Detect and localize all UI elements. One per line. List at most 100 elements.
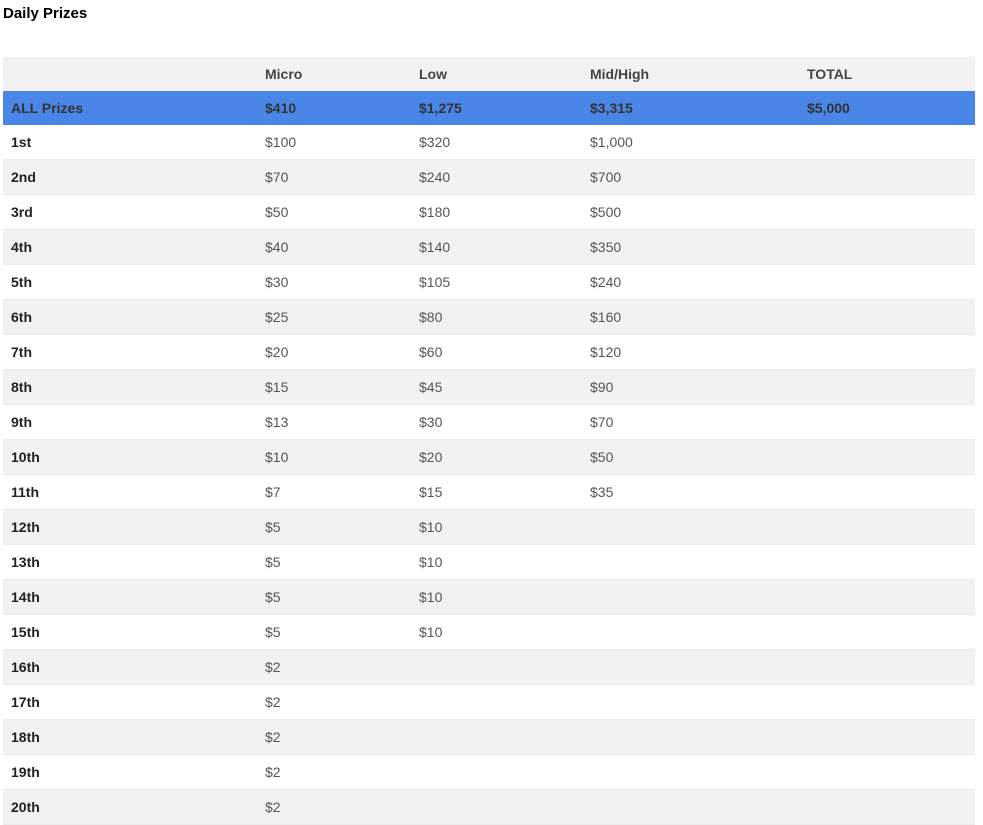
prize-low [411, 684, 582, 720]
page-title: Daily Prizes [3, 5, 88, 22]
prize-mid-high: $90 [582, 369, 799, 405]
table-row: 2nd $70 $240 $700 [3, 159, 975, 195]
prize-micro: $2 [257, 684, 411, 720]
prize-low [411, 754, 582, 790]
place-label: 5th [3, 264, 257, 300]
prize-micro: $5 [257, 579, 411, 615]
table-row: 16th $2 [3, 649, 975, 685]
prize-low [411, 789, 582, 825]
prize-low: $105 [411, 264, 582, 300]
prize-micro: $2 [257, 754, 411, 790]
prize-micro: $70 [257, 159, 411, 195]
prize-total [799, 684, 975, 720]
prize-mid-high: $160 [582, 299, 799, 335]
prize-micro: $5 [257, 544, 411, 580]
prize-micro: $15 [257, 369, 411, 405]
prize-total [799, 579, 975, 615]
prize-micro: $50 [257, 194, 411, 230]
prize-low: $80 [411, 299, 582, 335]
all-prizes-row: ALL Prizes $410 $1,275 $3,315 $5,000 [3, 91, 975, 125]
prize-micro: $100 [257, 125, 411, 160]
prize-mid-high: $700 [582, 159, 799, 195]
prize-micro: $2 [257, 649, 411, 685]
prize-total [799, 544, 975, 580]
prize-mid-high [582, 649, 799, 685]
column-header-total: TOTAL [799, 57, 975, 91]
prize-total [799, 159, 975, 195]
prize-micro: $40 [257, 229, 411, 265]
table-row: 13th $5 $10 [3, 544, 975, 580]
place-label: 4th [3, 229, 257, 265]
prize-total [799, 194, 975, 230]
prize-total [799, 474, 975, 510]
prize-low: $60 [411, 334, 582, 370]
table-row: 14th $5 $10 [3, 579, 975, 615]
prize-mid-high: $120 [582, 334, 799, 370]
prize-mid-high: $350 [582, 229, 799, 265]
place-label: 10th [3, 439, 257, 475]
table-row: 11th $7 $15 $35 [3, 474, 975, 510]
prize-micro: $5 [257, 614, 411, 650]
prize-mid-high [582, 684, 799, 720]
prize-total [799, 125, 975, 160]
prize-total [799, 614, 975, 650]
table-row: 12th $5 $10 [3, 509, 975, 545]
column-header-micro: Micro [257, 57, 411, 91]
header-row: Micro Low Mid/High TOTAL [3, 57, 975, 91]
prize-low: $15 [411, 474, 582, 510]
prize-total [799, 439, 975, 475]
prize-total [799, 649, 975, 685]
prize-mid-high [582, 579, 799, 615]
all-prizes-mid-high: $3,315 [582, 91, 799, 125]
prize-micro: $5 [257, 509, 411, 545]
prize-total [799, 229, 975, 265]
prize-micro: $25 [257, 299, 411, 335]
prize-mid-high [582, 509, 799, 545]
table-row: 20th $2 [3, 789, 975, 825]
prize-total [799, 334, 975, 370]
table-row: 15th $5 $10 [3, 614, 975, 650]
table-row: 6th $25 $80 $160 [3, 299, 975, 335]
prize-micro: $10 [257, 439, 411, 475]
table-row: 4th $40 $140 $350 [3, 229, 975, 265]
prize-low: $10 [411, 509, 582, 545]
table-row: 3rd $50 $180 $500 [3, 194, 975, 230]
prize-low: $45 [411, 369, 582, 405]
prize-micro: $2 [257, 789, 411, 825]
place-label: 1st [3, 125, 257, 160]
prize-mid-high [582, 754, 799, 790]
prize-micro: $7 [257, 474, 411, 510]
place-label: 14th [3, 579, 257, 615]
prize-low: $240 [411, 159, 582, 195]
column-header-place [3, 57, 257, 91]
prize-low: $180 [411, 194, 582, 230]
place-label: 12th [3, 509, 257, 545]
column-header-low: Low [411, 57, 582, 91]
place-label: 6th [3, 299, 257, 335]
prize-low: $10 [411, 614, 582, 650]
column-header-mid-high: Mid/High [582, 57, 799, 91]
prize-low: $30 [411, 404, 582, 440]
prize-low [411, 719, 582, 755]
table-row: 17th $2 [3, 684, 975, 720]
place-label: 16th [3, 649, 257, 685]
table-row: 8th $15 $45 $90 [3, 369, 975, 405]
prize-micro: $20 [257, 334, 411, 370]
prizes-table: Micro Low Mid/High TOTAL ALL Prizes $410… [3, 57, 975, 825]
all-prizes-low: $1,275 [411, 91, 582, 125]
prize-total [799, 264, 975, 300]
prize-total [799, 299, 975, 335]
prize-low: $20 [411, 439, 582, 475]
place-label: 13th [3, 544, 257, 580]
prize-mid-high [582, 719, 799, 755]
prize-total [799, 509, 975, 545]
prize-mid-high: $70 [582, 404, 799, 440]
place-label: 11th [3, 474, 257, 510]
table-row: 19th $2 [3, 754, 975, 790]
table-row: 5th $30 $105 $240 [3, 264, 975, 300]
place-label: 9th [3, 404, 257, 440]
prize-mid-high [582, 614, 799, 650]
prize-micro: $2 [257, 719, 411, 755]
place-label: 20th [3, 789, 257, 825]
table-row: 1st $100 $320 $1,000 [3, 125, 975, 160]
